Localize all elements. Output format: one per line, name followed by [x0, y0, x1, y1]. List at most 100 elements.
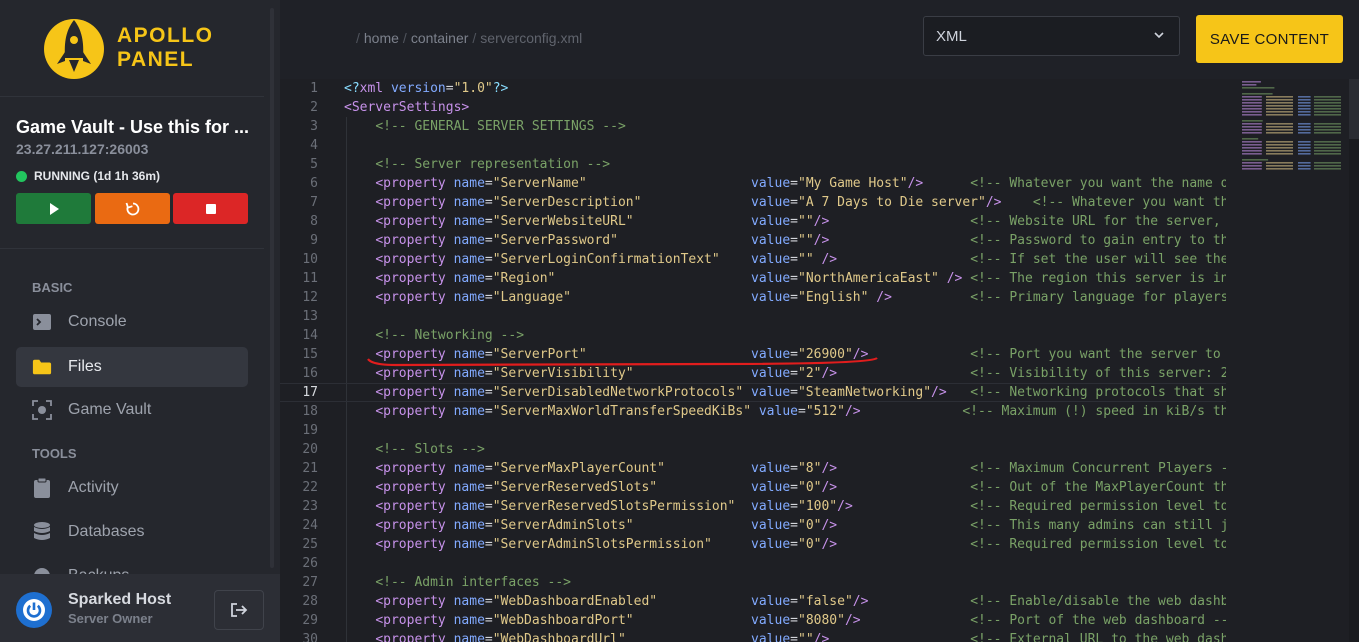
xml-decl-open: <?: [344, 81, 360, 96]
code-line[interactable]: 20 <!-- Slots -->: [280, 440, 1226, 459]
minimap-line: [1242, 165, 1262, 167]
nav-item-activity[interactable]: Activity: [16, 468, 248, 508]
server-status: RUNNING (1d 1h 36m): [16, 169, 160, 183]
code-line[interactable]: 6 <property name="ServerName" value="My …: [280, 174, 1226, 193]
code-line[interactable]: 19: [280, 421, 1226, 440]
breadcrumb-container[interactable]: container: [411, 30, 469, 46]
code-line[interactable]: 1 <?xml version="1.0"?>: [280, 79, 1226, 98]
minimap-line: [1314, 99, 1341, 101]
code-line[interactable]: 15 <property name="ServerPort" value="26…: [280, 345, 1226, 364]
xml-comment: <!-- This many admins can still joi: [970, 518, 1226, 533]
minimap-line: [1298, 168, 1311, 170]
code-line[interactable]: 3 <!-- GENERAL SERVER SETTINGS -->: [280, 117, 1226, 136]
code-line[interactable]: 5 <!-- Server representation -->: [280, 155, 1226, 174]
minimap[interactable]: [1226, 79, 1359, 642]
pad: [868, 594, 970, 609]
pad: [868, 347, 970, 362]
equals: =: [790, 233, 798, 248]
code-line[interactable]: 25 <property name="ServerAdminSlotsPermi…: [280, 535, 1226, 554]
code-line[interactable]: 8 <property name="ServerWebsiteURL" valu…: [280, 212, 1226, 231]
xml-attr: name: [453, 499, 485, 514]
nav-item-databases[interactable]: Databases: [16, 512, 248, 552]
start-button[interactable]: [16, 193, 91, 224]
brand-logo[interactable]: APOLLO PANEL: [44, 14, 244, 80]
minimap-line: [1298, 105, 1311, 107]
property-name-value: "ServerMaxWorldTransferSpeedKiBs": [492, 404, 752, 419]
minimap-line: [1242, 138, 1259, 140]
xml-tag: <property: [375, 176, 446, 191]
breadcrumb-home[interactable]: home: [364, 30, 399, 46]
pad: [634, 518, 751, 533]
stop-button[interactable]: [173, 193, 248, 224]
code-line[interactable]: 27 <!-- Admin interfaces -->: [280, 573, 1226, 592]
code-line[interactable]: 18 <property name="ServerMaxWorldTransfe…: [280, 402, 1226, 421]
code-line[interactable]: 13: [280, 307, 1226, 326]
logout-button[interactable]: [214, 590, 264, 630]
code-line[interactable]: 17 <property name="ServerDisabledNetwork…: [280, 383, 1226, 402]
code-line[interactable]: 29 <property name="WebDashboardPort" val…: [280, 611, 1226, 630]
pad: [829, 632, 970, 642]
sidebar-scrollbar[interactable]: [270, 8, 274, 568]
code-line[interactable]: 10 <property name="ServerLoginConfirmati…: [280, 250, 1226, 269]
pad: [657, 594, 751, 609]
save-content-button[interactable]: SAVE CONTENT: [1196, 15, 1343, 63]
user-name: Sparked Host: [68, 591, 172, 608]
pad: [853, 499, 970, 514]
database-icon: [32, 522, 52, 542]
code-line[interactable]: 7 <property name="ServerDescription" val…: [280, 193, 1226, 212]
line-text: <property name="ServerName" value="My Ga…: [344, 174, 1226, 193]
pad: [837, 518, 970, 533]
code-line[interactable]: 9 <property name="ServerPassword" value=…: [280, 231, 1226, 250]
xml-attr: value: [751, 632, 791, 642]
code-line[interactable]: 21 <property name="ServerMaxPlayerCount"…: [280, 459, 1226, 478]
nav-item-files[interactable]: Files: [16, 347, 248, 387]
equals: =: [484, 480, 493, 495]
user-role: Server Owner: [68, 611, 153, 626]
minimap-line: [1298, 150, 1311, 152]
minimap-line: [1298, 165, 1311, 167]
minimap-line: [1266, 141, 1293, 143]
minimap-line: [1298, 102, 1311, 104]
code-line[interactable]: 28 <property name="WebDashboardEnabled" …: [280, 592, 1226, 611]
code-line[interactable]: 26: [280, 554, 1226, 573]
code-line[interactable]: 16 <property name="ServerVisibility" val…: [280, 364, 1226, 383]
code-editor[interactable]: 1 <?xml version="1.0"?> 2 <ServerSettings> 3…: [280, 79, 1359, 642]
minimap-line: [1314, 129, 1341, 131]
nav-header-tools: TOOLS: [32, 446, 77, 461]
minimap-line: [1266, 126, 1293, 128]
equals: =: [484, 404, 493, 419]
code-line[interactable]: 14 <!-- Networking -->: [280, 326, 1226, 345]
nav-item-label: Files: [68, 358, 102, 375]
property-value: "8080": [798, 613, 845, 628]
code-line[interactable]: 22 <property name="ServerReservedSlots" …: [280, 478, 1226, 497]
language-select[interactable]: XML: [923, 16, 1180, 56]
editor-scrollbar-thumb[interactable]: [1349, 79, 1359, 139]
code-line[interactable]: 24 <property name="ServerAdminSlots" val…: [280, 516, 1226, 535]
brand-line-2: PANEL: [117, 48, 195, 71]
code-line[interactable]: 30 <property name="WebDashboardUrl" valu…: [280, 630, 1226, 642]
line-text: <property name="ServerReservedSlotsPermi…: [344, 497, 1226, 516]
property-value: "0": [798, 537, 822, 552]
code-line[interactable]: 4: [280, 136, 1226, 155]
editor-scrollbar[interactable]: [1349, 79, 1359, 642]
xml-attr: name: [453, 518, 485, 533]
code-line[interactable]: 2 <ServerSettings>: [280, 98, 1226, 117]
nav-item-game-vault[interactable]: Game Vault: [16, 390, 248, 430]
nav-item-console[interactable]: Console: [16, 302, 248, 342]
xml-comment: <!-- Port you want the server to li: [970, 347, 1226, 362]
code-line[interactable]: 12 <property name="Language" value="Engl…: [280, 288, 1226, 307]
avatar[interactable]: [16, 592, 52, 628]
code-area[interactable]: 1 <?xml version="1.0"?> 2 <ServerSettings> 3…: [280, 79, 1226, 642]
xml-attr: value: [751, 195, 791, 210]
equals: =: [445, 81, 454, 96]
restart-button[interactable]: [95, 193, 170, 224]
xml-comment: <!-- Server representation -->: [375, 157, 611, 172]
xml-attr: name: [453, 271, 485, 286]
code-line[interactable]: 23 <property name="ServerReservedSlotsPe…: [280, 497, 1226, 516]
code-line[interactable]: 11 <property name="Region" value="NorthA…: [280, 269, 1226, 288]
